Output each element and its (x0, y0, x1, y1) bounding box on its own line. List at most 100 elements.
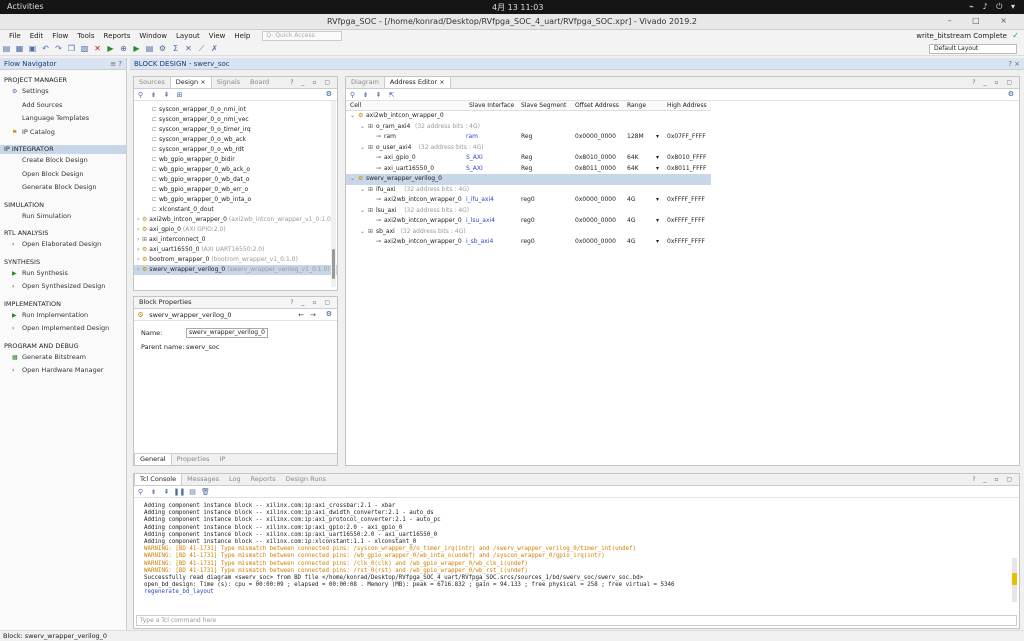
address-row[interactable]: ⊸ axi2wb_intcon_wrapper_0 i_sb_axi4 reg0 0x0… (346, 237, 711, 248)
section-ip-integrator[interactable]: IP INTEGRATOR (0, 145, 126, 154)
range-select[interactable]: 128M (627, 132, 644, 143)
collapse-all-icon[interactable]: ⇟ (147, 89, 160, 101)
tree-instance[interactable]: › ⚙ bootrom_wrapper_0 (bootrom_wrapper_v1… (134, 255, 337, 265)
tab-reports[interactable]: Reports (246, 474, 281, 485)
chevron-down-icon[interactable]: ⌄ (350, 174, 355, 185)
nav-run-implementation[interactable]: ▶ Run Implementation (0, 309, 126, 323)
section-project-manager[interactable]: PROJECT MANAGER (0, 76, 126, 85)
redo-icon[interactable]: ↷ (52, 44, 65, 53)
tools-icon[interactable]: ✗ (208, 44, 221, 53)
nav-open-elaborated-design[interactable]: › Open Elaborated Design (0, 238, 126, 252)
tab-design-runs[interactable]: Design Runs (281, 474, 331, 485)
expand-all-icon[interactable]: ⇞ (372, 89, 385, 101)
step-icon[interactable]: ⊕ (117, 44, 130, 53)
address-row[interactable]: ⌄ ⊞ sb_axi (32 address bits : 4G) (346, 227, 711, 238)
nav-generate-bitstream[interactable]: ▦ Generate Bitstream (0, 351, 126, 365)
scrollbar[interactable] (1012, 558, 1017, 602)
block-design-controls[interactable]: ? × (1008, 58, 1020, 70)
tab-ip[interactable]: IP (214, 454, 230, 465)
address-row[interactable]: ⊸ ram ram Reg 0x0000_0000 128M ▾ 0x07FF_FFFF (346, 132, 711, 143)
tree-leaf[interactable]: ⊏ syscon_wrapper_0_o_nmi_vec (134, 115, 337, 125)
tab-sources[interactable]: Sources (134, 77, 170, 88)
expand-all-icon[interactable]: ⇞ (160, 486, 173, 498)
scrollbar-thumb[interactable] (332, 249, 335, 279)
tab-signals[interactable]: Signals (212, 77, 245, 88)
bitstream-icon[interactable]: ▤ (143, 44, 156, 53)
new-project-icon[interactable]: ▤ (0, 44, 13, 53)
range-select[interactable]: 4G (627, 237, 635, 248)
section-program-and-debug[interactable]: PROGRAM AND DEBUG (0, 342, 126, 351)
search-icon[interactable]: ⚲ (134, 486, 147, 498)
dropdown-arrow-icon[interactable]: ▾ (656, 195, 659, 206)
tree-leaf[interactable]: ⊏ syscon_wrapper_0_o_wb_ack (134, 135, 337, 145)
offset-address[interactable]: 0x0000_0000 (575, 237, 616, 248)
menu-layout[interactable]: Layout (176, 32, 200, 40)
tree-leaf[interactable]: ⊏ wb_gpio_wrapper_0_wb_ack_o (134, 165, 337, 175)
address-row[interactable]: ⊸ axi_uart16550_0 S_AXI Reg 0x8011_0000 64K ▾ 0… (346, 164, 711, 175)
address-row[interactable]: ⊸ axi_gpio_0 S_AXI Reg 0x8010_0000 64K ▾ 0x8010… (346, 153, 711, 164)
offset-address[interactable]: 0x8010_0000 (575, 153, 616, 164)
tree-leaf[interactable]: ⊏ wb_gpio_wrapper_0_wb_inta_o (134, 195, 337, 205)
nav-open-block-design[interactable]: Open Block Design (0, 168, 126, 182)
menu-edit[interactable]: Edit (30, 32, 44, 40)
nav-open-hardware-manager[interactable]: › Open Hardware Manager (0, 364, 126, 378)
dropdown-arrow-icon[interactable]: ▾ (656, 132, 659, 143)
gear-icon[interactable]: ⚙ (1008, 90, 1014, 98)
scrollbar[interactable] (331, 101, 336, 287)
address-row[interactable]: ⌄ ⊞ lsu_axi (32 address bits : 4G) (346, 206, 711, 217)
expand-all-icon[interactable]: ⇞ (160, 89, 173, 101)
copy-icon[interactable]: ❐ (65, 44, 78, 53)
tree-instance[interactable]: › ⚙ axi_uart16550_0 (AXI UART16550:2.0) (134, 245, 337, 255)
sigma-icon[interactable]: Σ (169, 44, 182, 53)
address-row[interactable]: ⊸ axi2wb_intcon_wrapper_0 i_lsu_axi4 reg0 0x… (346, 216, 711, 227)
collapse-all-icon[interactable]: ⇟ (359, 89, 372, 101)
delete-icon[interactable]: 🗑 (199, 486, 212, 498)
section-synthesis[interactable]: SYNTHESIS (0, 258, 126, 267)
nav-ip-catalog[interactable]: ⚑ IP Catalog (0, 126, 126, 140)
save-icon[interactable]: ▣ (26, 44, 39, 53)
nav-generate-block-design[interactable]: Generate Block Design (0, 181, 126, 195)
range-select[interactable]: 64K (627, 153, 639, 164)
navigate-arrows-icon[interactable]: ←→ (298, 309, 322, 321)
gear-icon[interactable]: ⚙ (326, 90, 332, 98)
dropdown-arrow-icon[interactable]: ▾ (656, 237, 659, 248)
chevron-down-icon[interactable]: ⌄ (360, 227, 365, 238)
window-controls[interactable]: – □ × (948, 16, 1016, 25)
clear-icon[interactable]: ▤ (186, 486, 199, 498)
program-icon[interactable]: ▶ (130, 44, 143, 53)
dropdown-arrow-icon[interactable]: ▾ (656, 153, 659, 164)
tcl-command-input[interactable]: Type a Tcl command here (136, 615, 1017, 626)
col-offset-address[interactable]: Offset Address (575, 101, 619, 111)
tree-leaf[interactable]: ⊏ syscon_wrapper_0_o_nmi_int (134, 105, 337, 115)
offset-address[interactable]: 0x0000_0000 (575, 132, 616, 143)
col-slave-interface[interactable]: Slave Interface (469, 101, 514, 111)
nav-run-synthesis[interactable]: ▶ Run Synthesis (0, 267, 126, 281)
auto-assign-icon[interactable]: ⇱ (385, 89, 398, 101)
tab-log[interactable]: Log (224, 474, 246, 485)
activities-button[interactable]: Activities (7, 2, 44, 11)
address-row[interactable]: ⌄ ⚙ axi2wb_intcon_wrapper_0 (346, 111, 711, 122)
nav-open-synthesized-design[interactable]: › Open Synthesized Design (0, 280, 126, 294)
chevron-down-icon[interactable]: ⌄ (360, 206, 365, 217)
menu-window[interactable]: Window (139, 32, 167, 40)
menu-tools[interactable]: Tools (77, 32, 94, 40)
col-high-address[interactable]: High Address (667, 101, 707, 111)
col-slave-segment[interactable]: Slave Segment (521, 101, 566, 111)
tree-leaf[interactable]: ⊏ syscon_wrapper_0_o_wb_rdt (134, 145, 337, 155)
offset-address[interactable]: 0x8011_0000 (575, 164, 616, 175)
tab-board[interactable]: Board (245, 77, 274, 88)
address-row[interactable]: ⌄ ⊞ ifu_axi (32 address bits : 4G) (346, 185, 711, 196)
tree-leaf[interactable]: ⊏ wb_gpio_wrapper_0_wb_err_o (134, 185, 337, 195)
section-simulation[interactable]: SIMULATION (0, 201, 126, 210)
menu-file[interactable]: File (9, 32, 21, 40)
tab-messages[interactable]: Messages (182, 474, 224, 485)
tree-instance-selected[interactable]: › ⚙ swerv_wrapper_verilog_0 (swerv_wrappe… (134, 265, 337, 275)
run-icon[interactable]: ▶ (104, 44, 117, 53)
range-select[interactable]: 4G (627, 195, 635, 206)
menu-help[interactable]: Help (234, 32, 250, 40)
offset-address[interactable]: 0x0000_0000 (575, 195, 616, 206)
offset-address[interactable]: 0x0000_0000 (575, 216, 616, 227)
gear-icon[interactable]: ⚙ (326, 310, 332, 318)
address-row[interactable]: ⊸ axi2wb_intcon_wrapper_0 i_ifu_axi4 reg0 0x… (346, 195, 711, 206)
nav-add-sources[interactable]: Add Sources (0, 99, 126, 113)
